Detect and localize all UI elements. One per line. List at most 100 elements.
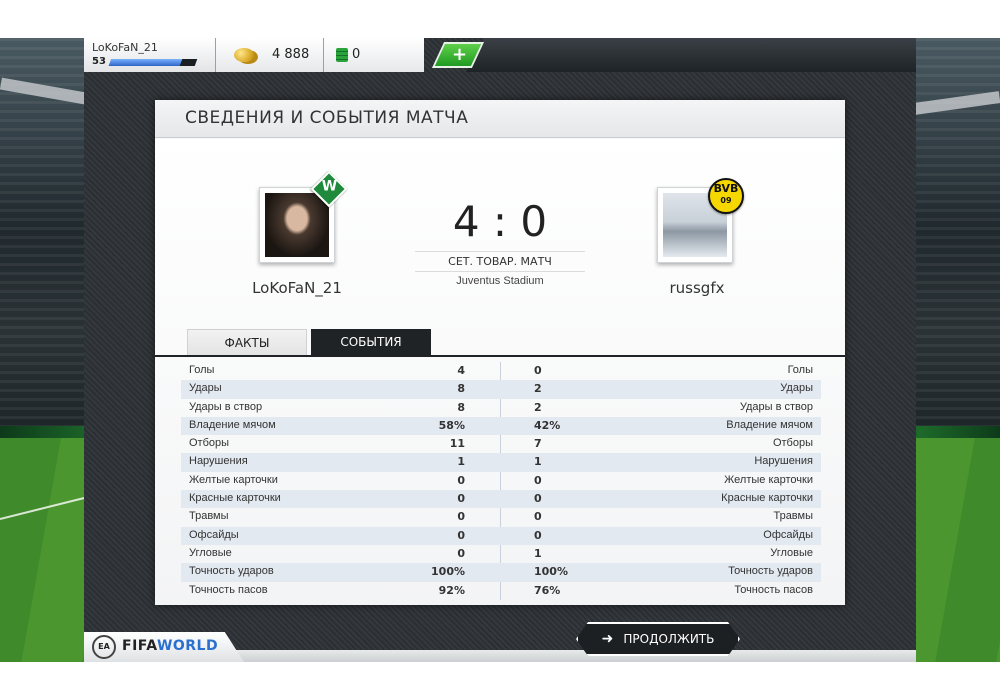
continue-button-content: ➜ ПРОДОЛЖИТЬ <box>578 624 738 654</box>
home-avatar: W <box>259 170 348 263</box>
stat-label-home: Отборы <box>189 437 230 450</box>
stat-row: Офсайды 0 0 Офсайды <box>181 526 821 545</box>
stat-row: Желтые карточки 0 0 Желтые карточки <box>181 472 821 490</box>
badge-letter: W <box>321 178 338 195</box>
stat-row: Травмы 0 0 Травмы <box>181 508 821 526</box>
stat-value-home: 58% <box>438 418 465 432</box>
stat-value-home: 92% <box>438 583 465 597</box>
bottom-strip <box>234 650 916 662</box>
stadium-name: Juventus Stadium <box>456 275 544 287</box>
away-avatar: BVB 09 <box>657 178 744 263</box>
stat-label-away: Точность пасов <box>734 583 813 596</box>
stat-label-away: Желтые карточки <box>724 473 813 486</box>
stat-label-home: Нарушения <box>189 455 248 468</box>
ea-sports-icon: EA <box>92 635 116 659</box>
stat-row: Красные карточки 0 0 Красные карточки <box>181 490 821 509</box>
stat-value-away: 0 <box>534 364 542 377</box>
stat-label-home: Угловые <box>189 546 232 559</box>
top-bar-fill <box>466 38 916 72</box>
stat-label-home: Точность пасов <box>189 583 268 596</box>
stat-row: Голы 4 0 Голы <box>181 362 821 380</box>
stat-label-home: Голы <box>189 364 215 376</box>
stat-value-away: 1 <box>534 455 542 469</box>
stat-row: Точность пасов 92% 76% Точность пасов <box>181 582 821 600</box>
stat-row: Нарушения 1 1 Нарушения <box>181 453 821 472</box>
stat-row: Владение мячом 58% 42% Владение мячом <box>181 416 821 436</box>
xp-progress-bar <box>108 59 198 66</box>
home-player-name: LoKoFaN_21 <box>252 279 342 297</box>
plus-icon: + <box>452 44 468 65</box>
screen: LoKoFaN_21 53 4 888 0 + СВЕДЕНИЯ И СОБЫТ… <box>0 0 1000 700</box>
stat-label-away: Красные карточки <box>721 492 813 505</box>
stat-value-away: 100% <box>534 565 568 579</box>
stat-label-home: Удары <box>189 382 222 395</box>
panel-body: W LoKoFaN_21 4 : 0 СЕТ. ТОВАР. МАТЧ Juve… <box>155 139 845 605</box>
match-details-panel: СВЕДЕНИЯ И СОБЫТИЯ МАТЧА W LoKoFaN_21 4 … <box>155 100 845 605</box>
points-counter: 0 <box>324 38 424 72</box>
coins-value: 4 888 <box>272 47 310 62</box>
stat-row: Удары в створ 8 2 Удары в створ <box>181 399 821 417</box>
bvb-badge-icon: BVB 09 <box>708 178 744 214</box>
stat-value-away: 2 <box>534 382 542 396</box>
username: LoKoFaN_21 <box>92 41 158 54</box>
away-player-name: russgfx <box>669 279 725 297</box>
panel-header: СВЕДЕНИЯ И СОБЫТИЯ МАТЧА <box>155 100 845 138</box>
stat-value-home: 8 <box>457 400 465 414</box>
fifa-world-logo: EA FIFAWORLD <box>84 632 244 662</box>
stat-label-away: Офсайды <box>763 528 813 541</box>
stat-value-away: 1 <box>534 546 542 560</box>
bottom-bar: EA FIFAWORLD ➜ ПРОДОЛЖИТЬ <box>84 630 916 662</box>
user-level: 53 <box>92 56 106 67</box>
stat-label-home: Удары в створ <box>189 400 263 413</box>
stats-table: Голы 4 0 Голы Удары 8 2 Удары Удары в створ 8 2 Уда… <box>181 362 821 600</box>
stat-label-away: Точность ударов <box>728 565 813 578</box>
tab-events[interactable]: СОБЫТИЯ <box>311 329 431 355</box>
stat-value-home: 0 <box>457 492 465 506</box>
stat-value-away: 0 <box>534 510 542 524</box>
brand-fifa: FIFA <box>122 638 157 654</box>
user-profile[interactable]: LoKoFaN_21 53 <box>84 38 216 72</box>
stat-value-away: 0 <box>534 528 542 542</box>
coins-counter: 4 888 <box>216 38 324 72</box>
stat-label-home: Владение мячом <box>189 418 276 431</box>
stat-value-home: 0 <box>457 528 465 542</box>
coin-icon <box>234 48 254 62</box>
stat-label-away: Удары <box>780 382 813 395</box>
stat-value-home: 4 <box>457 364 465 377</box>
stat-label-home: Желтые карточки <box>189 473 278 486</box>
xp-progress-fill <box>108 59 182 66</box>
stat-value-home: 11 <box>449 437 465 451</box>
stat-value-home: 0 <box>457 473 465 487</box>
stat-value-away: 76% <box>534 583 561 597</box>
arrow-right-icon: ➜ <box>601 631 614 647</box>
tab-facts[interactable]: ФАКТЫ <box>187 329 307 355</box>
brand-world: WORLD <box>156 638 219 654</box>
stat-row: Точность ударов 100% 100% Точность ударов <box>181 563 821 582</box>
stat-value-home: 1 <box>457 455 465 469</box>
stat-label-away: Голы <box>787 364 813 376</box>
brand-text: FIFAWORLD <box>122 638 218 654</box>
stat-label-away: Нарушения <box>754 455 813 468</box>
stat-label-away: Владение мячом <box>726 418 813 431</box>
match-score: 4 : 0 <box>452 197 548 246</box>
match-type: СЕТ. ТОВАР. МАТЧ <box>415 251 585 272</box>
stat-label-home: Точность ударов <box>189 565 274 578</box>
stat-value-home: 8 <box>457 382 465 396</box>
stat-value-home: 0 <box>457 510 465 524</box>
top-bar: LoKoFaN_21 53 4 888 0 + <box>84 38 916 72</box>
stat-value-away: 7 <box>534 437 542 451</box>
stat-label-away: Отборы <box>772 437 813 450</box>
stat-value-away: 0 <box>534 492 542 506</box>
stat-row: Угловые 0 1 Угловые <box>181 545 821 563</box>
stat-label-away: Удары в створ <box>739 400 813 413</box>
stat-value-home: 0 <box>457 546 465 560</box>
stat-label-away: Угловые <box>770 546 813 559</box>
stat-value-away: 0 <box>534 473 542 487</box>
stat-label-home: Травмы <box>189 510 229 523</box>
points-value: 0 <box>352 47 361 62</box>
stat-value-away: 2 <box>534 400 542 414</box>
home-avatar-image <box>265 193 329 257</box>
continue-button[interactable]: ➜ ПРОДОЛЖИТЬ <box>576 622 740 656</box>
stat-label-home: Красные карточки <box>189 492 281 505</box>
badge-text-bottom: 09 <box>720 196 732 205</box>
